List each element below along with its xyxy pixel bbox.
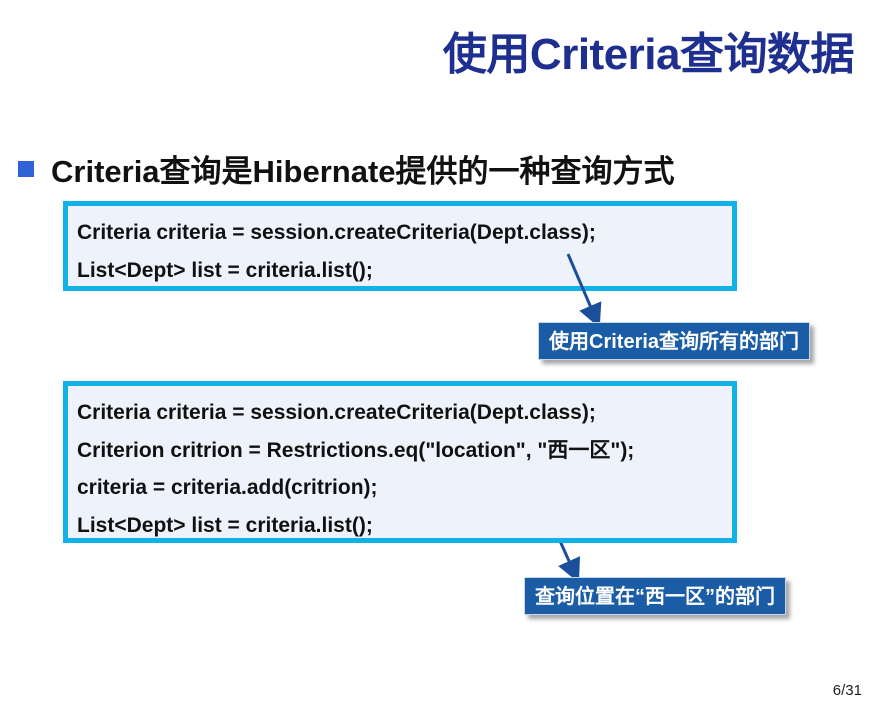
callout-west-district-departments: 查询位置在“西一区”的部门: [524, 577, 786, 615]
code-line: Criterion critrion = Restrictions.eq("lo…: [77, 438, 635, 462]
code-block-2: Criteria criteria = session.createCriter…: [63, 381, 737, 543]
bullet-square-icon: [18, 160, 34, 177]
callout-all-departments: 使用Criteria查询所有的部门: [538, 322, 811, 360]
code-line: List<Dept> list = criteria.list();: [77, 513, 373, 537]
bullet-text: Criteria查询是Hibernate提供的一种查询方式: [51, 154, 675, 189]
page-number: 6/31: [832, 682, 862, 699]
code-block-1: Criteria criteria = session.createCriter…: [63, 201, 737, 291]
slide-title: 使用Criteria查询数据: [442, 30, 855, 79]
bullet-point: Criteria查询是Hibernate提供的一种查询方式: [18, 146, 675, 191]
code-line: Criteria criteria = session.createCriter…: [77, 221, 596, 244]
code-line: criteria = criteria.add(critrion);: [77, 476, 378, 499]
code-line: List<Dept> list = criteria.list();: [77, 258, 373, 282]
code-line: Criteria criteria = session.createCriter…: [77, 401, 596, 424]
